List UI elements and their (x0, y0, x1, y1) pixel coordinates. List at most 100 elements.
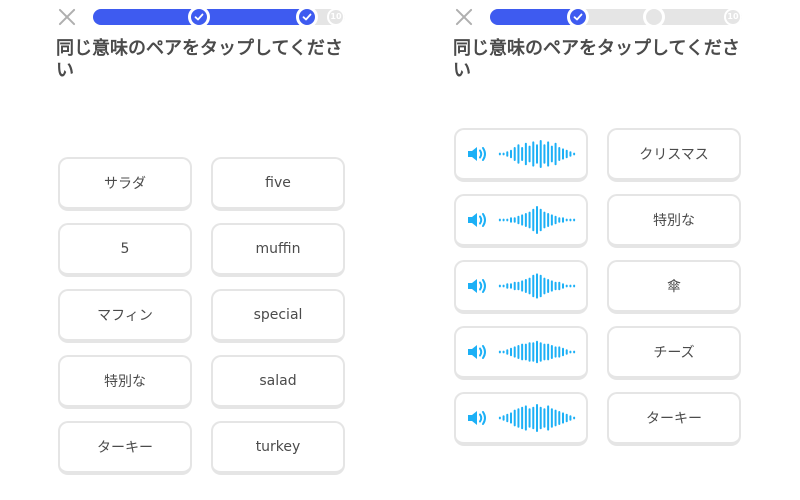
waveform-icon (498, 404, 576, 432)
waveform-bar (532, 406, 535, 430)
word-tile[interactable]: ターキー (607, 392, 741, 446)
waveform-bar (543, 144, 546, 164)
waveform-bar (536, 273, 538, 299)
waveform-bar (543, 343, 546, 361)
waveform-bar (536, 144, 538, 164)
tile-label: ターキー (97, 440, 153, 456)
waveform-bar (554, 409, 557, 427)
waveform-bar (558, 147, 561, 161)
tile-label: チーズ (653, 345, 695, 361)
waveform-bar (510, 283, 512, 289)
waveform-bar (550, 345, 553, 359)
waveform-bar (532, 141, 535, 167)
waveform-bar (536, 404, 538, 432)
word-tile[interactable]: 特別な (607, 194, 741, 248)
waveform-bar (565, 149, 568, 159)
audio-tile[interactable] (454, 392, 588, 446)
waveform-bar (510, 149, 512, 159)
word-tile[interactable]: サラダ (58, 157, 192, 211)
waveform-bar (498, 284, 501, 288)
waveform-bar (524, 405, 527, 431)
waveform-bar (554, 281, 557, 291)
page-title: 同じ意味のペアをタップしてください (453, 38, 740, 81)
close-icon[interactable] (56, 6, 78, 28)
waveform-bar (550, 408, 553, 428)
waveform-bar (547, 213, 550, 227)
word-tile[interactable]: turkey (211, 421, 345, 475)
waveform-bar (573, 416, 576, 420)
waveform-bar (510, 412, 512, 424)
waveform-bar (569, 350, 572, 354)
waveform-bar (524, 142, 527, 166)
exercise-panel-right: 10 同じ意味のペアをタップしてください クリスマス 特別な 傘 チーズ ターキ… (453, 0, 753, 500)
close-icon[interactable] (453, 6, 475, 28)
tile-label: turkey (255, 439, 301, 455)
waveform-bar (569, 415, 572, 421)
speaker-icon (468, 411, 486, 425)
waveform-bar (498, 152, 501, 156)
word-tile[interactable]: five (211, 157, 345, 211)
waveform-bar (558, 217, 561, 223)
word-tile[interactable]: マフィン (58, 289, 192, 343)
tile-label: マフィン (97, 308, 153, 324)
checkpoint-icon (187, 6, 210, 28)
audio-tile[interactable] (454, 128, 588, 182)
waveform-bar (502, 415, 505, 421)
checkpoint-icon (567, 6, 590, 28)
waveform-bar (506, 349, 509, 355)
waveform-bar (558, 411, 561, 425)
tile-label: five (265, 175, 291, 191)
speaker-icon (468, 345, 486, 359)
word-tile[interactable]: ターキー (58, 421, 192, 475)
word-tile[interactable]: muffin (211, 223, 345, 277)
tile-label: muffin (255, 241, 301, 257)
waveform-bar (513, 346, 516, 358)
waveform-bar (539, 140, 542, 168)
waveform-bar (528, 145, 531, 163)
waveform-bar (517, 408, 520, 428)
audio-tile[interactable] (454, 326, 588, 380)
waveform-bar (554, 142, 557, 166)
speaker-icon (468, 147, 486, 161)
waveform-bar (543, 277, 546, 295)
waveform-bar (547, 343, 550, 361)
waveform-bar (573, 350, 576, 354)
waveform-bar (562, 347, 564, 357)
waveform-bar (562, 283, 564, 289)
waveform-bar (554, 346, 557, 358)
waveform-bar (524, 343, 527, 361)
waveform-bar (517, 345, 520, 359)
waveform-bar (536, 206, 538, 234)
word-tile[interactable]: クリスマス (607, 128, 741, 182)
waveform-bar (532, 208, 535, 232)
audio-tile[interactable] (454, 194, 588, 248)
waveform-bar (558, 281, 561, 291)
waveform-bar (521, 147, 524, 161)
waveform-bar (539, 342, 542, 362)
audio-tile[interactable] (454, 260, 588, 314)
word-tile[interactable]: special (211, 289, 345, 343)
tile-label: クリスマス (639, 147, 709, 163)
progress-fill (490, 9, 579, 25)
waveform-bar (506, 218, 509, 222)
word-tile[interactable]: 傘 (607, 260, 741, 314)
waveform-bar (528, 342, 531, 362)
word-tile[interactable]: salad (211, 355, 345, 409)
word-tile[interactable]: 特別な (58, 355, 192, 409)
waveform-bar (539, 406, 542, 430)
waveform-bar (550, 280, 553, 292)
waveform-bar (547, 279, 550, 293)
waveform-bar (547, 405, 550, 431)
waveform-bar (536, 340, 538, 364)
waveform-bar (569, 218, 572, 222)
waveform-bar (532, 274, 535, 298)
waveform-bar (510, 217, 512, 223)
waveform-bar (554, 215, 557, 225)
waveform-bar (558, 346, 561, 358)
waveform-bar (498, 416, 501, 420)
word-tile[interactable]: 5 (58, 223, 192, 277)
word-tile[interactable]: チーズ (607, 326, 741, 380)
waveform-bar (543, 408, 546, 428)
tile-label: 特別な (653, 213, 695, 229)
waveform-bar (498, 218, 501, 222)
